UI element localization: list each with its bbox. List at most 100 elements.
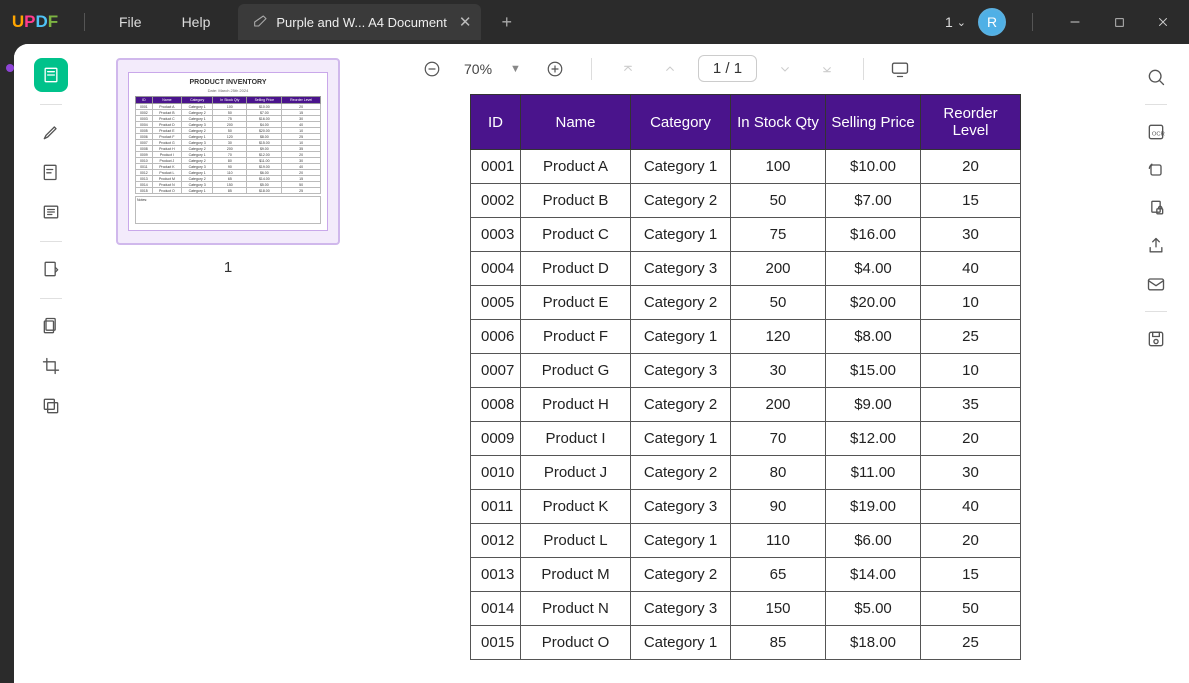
table-row: 0007Product GCategory 330$15.0010 bbox=[471, 354, 1021, 388]
text-tool[interactable] bbox=[34, 195, 68, 229]
add-tab-button[interactable]: + bbox=[501, 12, 512, 33]
table-row: 0003Product CCategory 175$16.0030 bbox=[471, 218, 1021, 252]
table-cell: Product I bbox=[521, 422, 631, 456]
table-cell: 70 bbox=[731, 422, 826, 456]
separator bbox=[1145, 311, 1167, 312]
table-cell: Product N bbox=[521, 592, 631, 626]
table-cell: 0010 bbox=[471, 456, 521, 490]
document-tab[interactable]: Purple and W... A4 Document ✕ bbox=[238, 4, 481, 40]
crop-tool[interactable] bbox=[34, 349, 68, 383]
last-page-button[interactable] bbox=[813, 55, 841, 83]
thumbnails-tool[interactable] bbox=[34, 58, 68, 92]
form-tool[interactable] bbox=[34, 252, 68, 286]
separator bbox=[591, 58, 592, 80]
pages-tool[interactable] bbox=[34, 309, 68, 343]
table-cell: 15 bbox=[921, 558, 1021, 592]
presentation-button[interactable] bbox=[886, 55, 914, 83]
table-cell: Product C bbox=[521, 218, 631, 252]
table-cell: 0003 bbox=[471, 218, 521, 252]
thumb-date: Date: March 25th 2024 bbox=[135, 88, 321, 93]
table-cell: 0006 bbox=[471, 320, 521, 354]
close-button[interactable] bbox=[1147, 8, 1179, 36]
table-cell: 0014 bbox=[471, 592, 521, 626]
table-cell: Product D bbox=[521, 252, 631, 286]
table-header: In Stock Qty bbox=[731, 95, 826, 150]
zoom-out-button[interactable] bbox=[418, 55, 446, 83]
table-cell: $5.00 bbox=[826, 592, 921, 626]
table-cell: Product M bbox=[521, 558, 631, 592]
rotate-button[interactable] bbox=[1139, 153, 1173, 187]
chevron-down-icon[interactable]: ▼ bbox=[510, 63, 521, 75]
table-cell: 50 bbox=[921, 592, 1021, 626]
table-cell: 80 bbox=[731, 456, 826, 490]
email-button[interactable] bbox=[1139, 267, 1173, 301]
table-cell: 0001 bbox=[471, 150, 521, 184]
table-cell: 200 bbox=[731, 388, 826, 422]
table-cell: 65 bbox=[731, 558, 826, 592]
table-cell: $14.00 bbox=[826, 558, 921, 592]
table-cell: Product F bbox=[521, 320, 631, 354]
title-bar: UPDF File Help Purple and W... A4 Docume… bbox=[0, 0, 1189, 44]
table-cell: 0013 bbox=[471, 558, 521, 592]
save-button[interactable] bbox=[1139, 322, 1173, 356]
table-cell: $10.00 bbox=[826, 150, 921, 184]
table-cell: 0015 bbox=[471, 626, 521, 660]
table-cell: 150 bbox=[731, 592, 826, 626]
share-button[interactable] bbox=[1139, 229, 1173, 263]
table-header: Selling Price bbox=[826, 95, 921, 150]
zoom-in-button[interactable] bbox=[541, 55, 569, 83]
window-count[interactable]: 1⌄ bbox=[945, 14, 966, 30]
table-cell: 40 bbox=[921, 490, 1021, 524]
table-cell: $18.00 bbox=[826, 626, 921, 660]
page-indicator[interactable]: 1 / 1 bbox=[698, 55, 757, 82]
table-cell: Category 1 bbox=[631, 626, 731, 660]
table-cell: 10 bbox=[921, 354, 1021, 388]
table-cell: $15.00 bbox=[826, 354, 921, 388]
menu-file[interactable]: File bbox=[99, 14, 162, 30]
batch-tool[interactable] bbox=[34, 389, 68, 423]
tab-title: Purple and W... A4 Document bbox=[276, 15, 447, 30]
table-row: 0015Product OCategory 185$18.0025 bbox=[471, 626, 1021, 660]
table-header: Name bbox=[521, 95, 631, 150]
app-logo: UPDF bbox=[0, 12, 70, 32]
ocr-button[interactable]: OCR bbox=[1139, 115, 1173, 149]
table-row: 0006Product FCategory 1120$8.0025 bbox=[471, 320, 1021, 354]
table-row: 0008Product HCategory 2200$9.0035 bbox=[471, 388, 1021, 422]
table-cell: Category 3 bbox=[631, 354, 731, 388]
separator bbox=[40, 298, 62, 299]
search-button[interactable] bbox=[1139, 60, 1173, 94]
table-cell: 200 bbox=[731, 252, 826, 286]
table-row: 0013Product MCategory 265$14.0015 bbox=[471, 558, 1021, 592]
comment-tool[interactable] bbox=[34, 155, 68, 189]
table-header: Reorder Level bbox=[921, 95, 1021, 150]
first-page-button[interactable] bbox=[614, 55, 642, 83]
document-scroll[interactable]: IDNameCategoryIn Stock QtySelling PriceR… bbox=[368, 94, 1123, 683]
table-cell: 20 bbox=[921, 524, 1021, 558]
protect-button[interactable] bbox=[1139, 191, 1173, 225]
table-row: 0009Product ICategory 170$12.0020 bbox=[471, 422, 1021, 456]
prev-page-button[interactable] bbox=[656, 55, 684, 83]
highlighter-tool[interactable] bbox=[34, 115, 68, 149]
table-cell: $7.00 bbox=[826, 184, 921, 218]
table-cell: $11.00 bbox=[826, 456, 921, 490]
table-row: 0011Product KCategory 390$19.0040 bbox=[471, 490, 1021, 524]
table-cell: 0011 bbox=[471, 490, 521, 524]
table-cell: 20 bbox=[921, 422, 1021, 456]
avatar[interactable]: R bbox=[978, 8, 1006, 36]
table-cell: 0004 bbox=[471, 252, 521, 286]
table-cell: $12.00 bbox=[826, 422, 921, 456]
table-row: 0010Product JCategory 280$11.0030 bbox=[471, 456, 1021, 490]
next-page-button[interactable] bbox=[771, 55, 799, 83]
page-thumbnail[interactable]: PRODUCT INVENTORY Date: March 25th 2024 … bbox=[116, 58, 340, 245]
menu-help[interactable]: Help bbox=[162, 14, 231, 30]
table-cell: $4.00 bbox=[826, 252, 921, 286]
right-toolbar: OCR bbox=[1123, 44, 1189, 683]
maximize-button[interactable] bbox=[1103, 8, 1135, 36]
minimize-button[interactable] bbox=[1059, 8, 1091, 36]
table-cell: 0005 bbox=[471, 286, 521, 320]
table-cell: Product L bbox=[521, 524, 631, 558]
table-cell: Product B bbox=[521, 184, 631, 218]
close-icon[interactable]: ✕ bbox=[459, 13, 472, 31]
table-cell: 20 bbox=[921, 150, 1021, 184]
table-cell: $8.00 bbox=[826, 320, 921, 354]
